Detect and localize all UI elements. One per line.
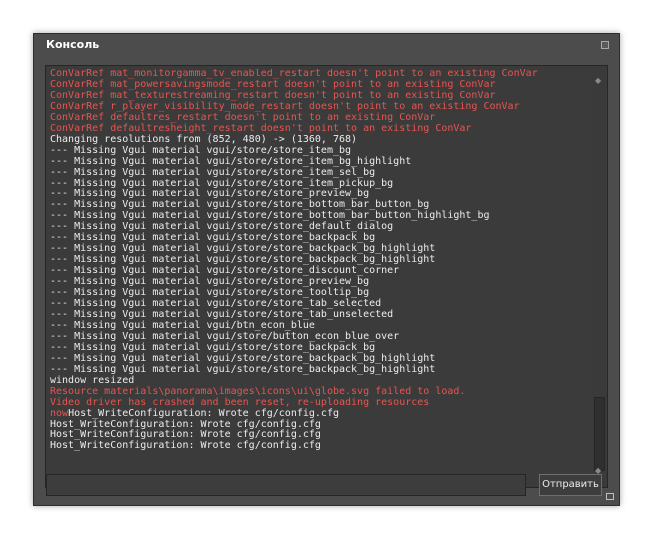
console-lines: ConVarRef mat_monitorgamma_tv_enabled_re… bbox=[50, 69, 589, 487]
console-line-text: --- Missing Vgui material vgui/store/sto… bbox=[50, 221, 394, 233]
command-input[interactable] bbox=[46, 474, 526, 496]
arrow-up-icon[interactable]: ◆ bbox=[595, 77, 601, 85]
console-line-text: --- Missing Vgui material vgui/store/sto… bbox=[50, 144, 352, 156]
console-line-text: --- Missing Vgui material vgui/store/sto… bbox=[50, 287, 370, 299]
console-line-text: --- Missing Vgui material vgui/store/sto… bbox=[50, 308, 394, 320]
console-line-text: ConVarRef defaultres_restart doesn't poi… bbox=[50, 111, 436, 123]
close-icon[interactable] bbox=[601, 41, 609, 49]
console-line-text: Host_WriteConfiguration: Wrote cfg/confi… bbox=[50, 440, 321, 452]
title-bar[interactable]: Консоль bbox=[34, 34, 619, 56]
resize-grip-icon[interactable] bbox=[606, 493, 614, 500]
console-line-text: --- Missing Vgui material vgui/store/sto… bbox=[50, 265, 400, 277]
console-line-text: --- Missing Vgui material vgui/store/sto… bbox=[50, 243, 436, 255]
console-line: Host_WriteConfiguration: Wrote cfg/confi… bbox=[50, 440, 589, 452]
console-line-text: Resource materials\panorama\images\icons… bbox=[50, 385, 466, 397]
console-line-text: ConVarRef defaultresheight_restart doesn… bbox=[50, 122, 472, 134]
console-line-text: --- Missing Vgui material vgui/store/but… bbox=[50, 330, 400, 342]
console-line-text: Changing resolutions from (852, 480) -> … bbox=[50, 133, 358, 145]
console-line-text: --- Missing Vgui material vgui/store/sto… bbox=[50, 276, 370, 288]
console-line-text: --- Missing Vgui material vgui/store/sto… bbox=[50, 232, 376, 244]
console-line-text: --- Missing Vgui material vgui/store/sto… bbox=[50, 363, 436, 375]
console-line-text: ConVarRef mat_powersavingsmode_restart d… bbox=[50, 78, 496, 90]
console-line-text: --- Missing Vgui material vgui/store/sto… bbox=[50, 188, 370, 200]
scrollbar-thumb[interactable] bbox=[594, 397, 605, 471]
submit-button[interactable]: Отправить bbox=[539, 474, 602, 496]
console-line-text: --- Missing Vgui material vgui/store/sto… bbox=[50, 166, 376, 178]
console-window: Консоль ConVarRef mat_monitorgamma_tv_en… bbox=[33, 33, 620, 506]
console-line-text: --- Missing Vgui material vgui/store/sto… bbox=[50, 177, 394, 189]
console-line-text: Host_WriteConfiguration: Wrote cfg/confi… bbox=[50, 429, 321, 441]
console-line-text: --- Missing Vgui material vgui/btn_econ_… bbox=[50, 319, 315, 331]
console-line-text: Host_WriteConfiguration: Wrote cfg/confi… bbox=[50, 418, 321, 430]
console-line-text: ConVarRef mat_monitorgamma_tv_enabled_re… bbox=[50, 69, 538, 79]
console-output[interactable]: ConVarRef mat_monitorgamma_tv_enabled_re… bbox=[45, 65, 608, 488]
console-line-text: ConVarRef r_player_visibility_mode_resta… bbox=[50, 100, 520, 112]
window-title: Консоль bbox=[46, 38, 100, 51]
console-line-text: --- Missing Vgui material vgui/store/sto… bbox=[50, 199, 430, 211]
console-line-text: --- Missing Vgui material vgui/store/sto… bbox=[50, 352, 436, 364]
console-line-prefix: now bbox=[50, 407, 69, 419]
console-line-text: window resized bbox=[50, 374, 135, 386]
console-line-text: Video driver has crashed and been reset,… bbox=[50, 396, 430, 408]
console-line-text: --- Missing Vgui material vgui/store/sto… bbox=[50, 254, 436, 266]
scrollbar[interactable]: ◆ ◆ bbox=[592, 67, 606, 486]
console-line-text: --- Missing Vgui material vgui/store/sto… bbox=[50, 210, 490, 222]
console-line-text: Host_WriteConfiguration: Wrote cfg/confi… bbox=[68, 407, 339, 419]
console-line-text: --- Missing Vgui material vgui/store/sto… bbox=[50, 155, 412, 167]
console-line-text: --- Missing Vgui material vgui/store/sto… bbox=[50, 298, 382, 310]
console-line-text: --- Missing Vgui material vgui/store/sto… bbox=[50, 341, 376, 353]
console-line-text: ConVarRef mat_texturestreaming_restart d… bbox=[50, 89, 496, 101]
